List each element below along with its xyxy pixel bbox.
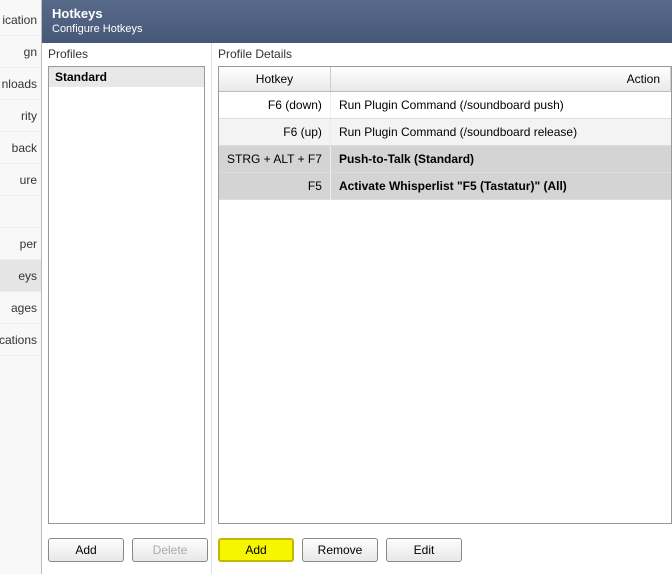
table-row[interactable]: F6 (down) Run Plugin Command (/soundboar…: [219, 92, 671, 119]
bottom-button-row: Add Delete Add Remove Edit: [42, 530, 672, 574]
table-row[interactable]: F5 Activate Whisperlist "F5 (Tastatur)" …: [219, 173, 671, 200]
hotkey-add-button[interactable]: Add: [218, 538, 294, 562]
action-cell: Push-to-Talk (Standard): [330, 146, 670, 173]
sidebar-item-8[interactable]: eys: [0, 260, 41, 292]
hotkey-cell: STRG + ALT + F7: [219, 146, 330, 173]
sidebar-item-7[interactable]: per: [0, 228, 41, 260]
hotkey-table: Hotkey Action F6 (down) Run Plugin Comma…: [219, 67, 671, 200]
hotkey-cell: F5: [219, 173, 330, 200]
sidebar-item-5[interactable]: ure: [0, 164, 41, 196]
hotkey-table-wrap: Hotkey Action F6 (down) Run Plugin Comma…: [218, 66, 672, 524]
action-cell: Run Plugin Command (/soundboard release): [330, 119, 670, 146]
sidebar-item-0[interactable]: ication: [0, 4, 41, 36]
sidebar-item-4[interactable]: back: [0, 132, 41, 164]
profile-delete-button[interactable]: Delete: [132, 538, 208, 562]
table-row[interactable]: F6 (up) Run Plugin Command (/soundboard …: [219, 119, 671, 146]
page-subtitle: Configure Hotkeys: [52, 23, 662, 35]
profiles-column: Profiles Standard: [42, 43, 212, 530]
col-hotkey[interactable]: Hotkey: [219, 67, 330, 92]
sidebar-item-10[interactable]: ications: [0, 324, 41, 356]
page-title: Hotkeys: [52, 6, 662, 21]
profiles-list[interactable]: Standard: [48, 66, 205, 524]
sidebar: ication gn nloads rity back ure per eys …: [0, 0, 42, 574]
action-cell: Activate Whisperlist "F5 (Tastatur)" (Al…: [330, 173, 670, 200]
page-header: Hotkeys Configure Hotkeys: [42, 0, 672, 43]
hotkey-cell: F6 (down): [219, 92, 330, 119]
table-row[interactable]: STRG + ALT + F7 Push-to-Talk (Standard): [219, 146, 671, 173]
sidebar-item-9[interactable]: ages: [0, 292, 41, 324]
hotkey-cell: F6 (up): [219, 119, 330, 146]
action-cell: Run Plugin Command (/soundboard push): [330, 92, 670, 119]
profiles-label: Profiles: [42, 43, 211, 64]
profile-add-button[interactable]: Add: [48, 538, 124, 562]
col-action[interactable]: Action: [330, 67, 670, 92]
hotkey-edit-button[interactable]: Edit: [386, 538, 462, 562]
hotkey-remove-button[interactable]: Remove: [302, 538, 378, 562]
sidebar-item-2[interactable]: nloads: [0, 68, 41, 100]
sidebar-item-1[interactable]: gn: [0, 36, 41, 68]
details-column: Profile Details Hotkey Action F6 (down): [212, 43, 672, 530]
sidebar-item-3[interactable]: rity: [0, 100, 41, 132]
profile-item[interactable]: Standard: [49, 67, 204, 87]
sidebar-item-6[interactable]: [0, 196, 41, 228]
details-label: Profile Details: [212, 43, 672, 64]
